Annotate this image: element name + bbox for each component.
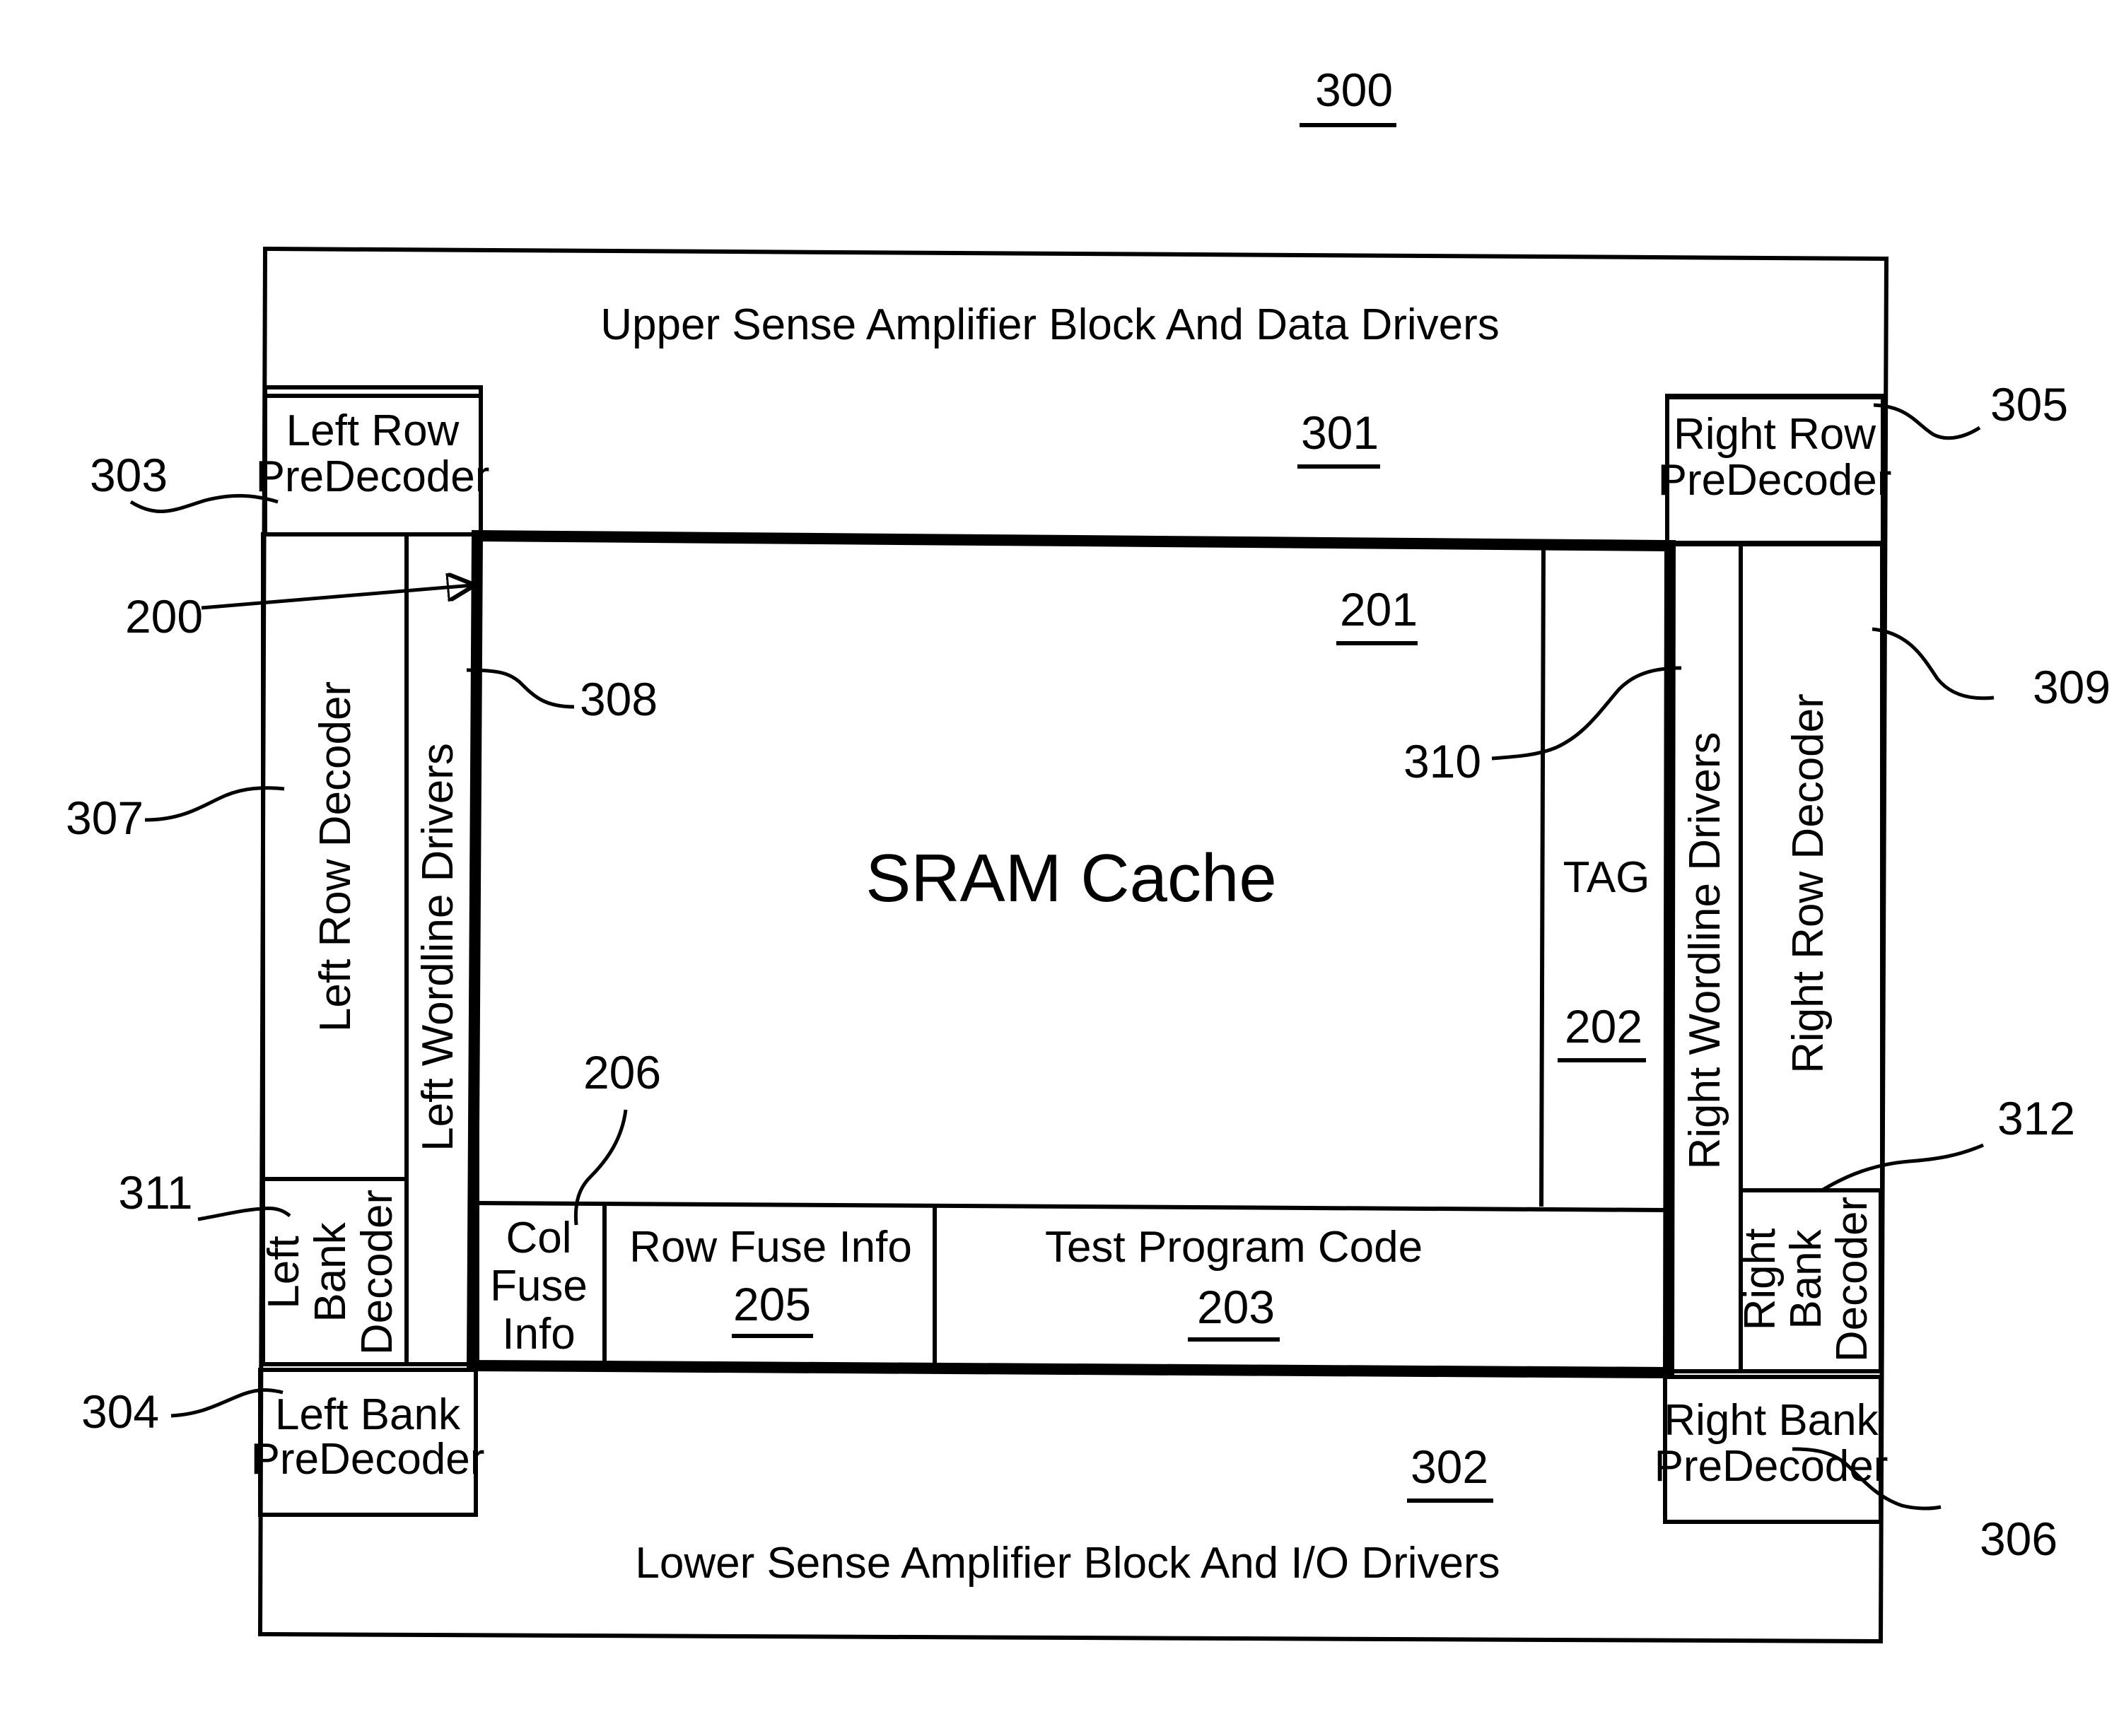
left-bank-decoder-line3: Decoder bbox=[353, 1190, 402, 1355]
col-fuse-line2: Fuse bbox=[490, 1262, 588, 1310]
ref-312: 312 bbox=[1997, 1092, 2075, 1144]
right-bank-decoder-line3: Decoder bbox=[1828, 1197, 1876, 1362]
left-row-predecoder: Left Row PreDecoder bbox=[256, 385, 490, 536]
ref-303: 303 bbox=[90, 449, 168, 501]
leader-309 bbox=[1872, 627, 1995, 700]
lower-sense-amp-label: Lower Sense Amplifier Block And I/O Driv… bbox=[635, 1539, 1500, 1588]
col-fuse-line3: Info bbox=[502, 1310, 575, 1359]
sram-cache-label: SRAM Cache bbox=[865, 840, 1277, 916]
sram-layout-diagram: 300 Upper Sense Amplifier Block And Data… bbox=[66, 64, 2111, 1644]
right-bank-predecoder-line2: PreDecoder bbox=[1654, 1442, 1889, 1491]
ref-308: 308 bbox=[580, 673, 658, 725]
ref-306: 306 bbox=[1980, 1513, 2057, 1565]
ref-206: 206 bbox=[583, 1046, 661, 1098]
leader-310 bbox=[1491, 666, 1682, 761]
leader-305 bbox=[1873, 403, 1981, 440]
ref-305: 305 bbox=[1990, 378, 2068, 430]
tag-divider bbox=[1539, 544, 1546, 1207]
left-bank-decoder-line1: Left bbox=[259, 1236, 308, 1308]
ref-301: 301 bbox=[1301, 406, 1379, 459]
ref-307: 307 bbox=[66, 792, 144, 844]
ref-205: 205 bbox=[733, 1278, 811, 1330]
ref-200: 200 bbox=[125, 590, 203, 643]
ref-304: 304 bbox=[81, 1385, 159, 1438]
sram-cache-core: SRAM Cache 201 TAG 202 Col Fuse Info Row… bbox=[466, 529, 1676, 1379]
leader-308 bbox=[466, 668, 575, 709]
tag-label: TAG bbox=[1563, 853, 1650, 902]
test-program-code-label: Test Program Code bbox=[1045, 1223, 1423, 1272]
ref-309: 309 bbox=[2033, 661, 2111, 713]
ref-203: 203 bbox=[1197, 1281, 1275, 1333]
right-bank-predecoder: Right Bank PreDecoder bbox=[1654, 1375, 1889, 1524]
right-row-predecoder-line2: PreDecoder bbox=[1658, 456, 1892, 505]
ref-302: 302 bbox=[1411, 1441, 1488, 1493]
ref-201: 201 bbox=[1340, 583, 1418, 635]
ref-202: 202 bbox=[1565, 1000, 1642, 1052]
right-bank-decoder-line2: Bank bbox=[1782, 1228, 1831, 1329]
leader-206 bbox=[573, 1109, 628, 1226]
lower-sense-amp-block: Lower Sense Amplifier Block And I/O Driv… bbox=[635, 1441, 1500, 1588]
left-bank-predecoder-line2: PreDecoder bbox=[251, 1435, 485, 1484]
left-bank-decoder-line2: Bank bbox=[306, 1221, 355, 1322]
leader-312 bbox=[1819, 1143, 1984, 1193]
col-fuse-line1: Col bbox=[506, 1214, 571, 1262]
upper-sense-amp-block: Upper Sense Amplifier Block And Data Dri… bbox=[265, 300, 1886, 469]
leader-311 bbox=[197, 1207, 291, 1221]
right-row-decoder-label: Right Row Decoder bbox=[1784, 693, 1833, 1074]
leader-200 bbox=[201, 585, 472, 610]
right-side-blocks: Right Wordline Drivers Right Row Decoder… bbox=[1668, 542, 1884, 1373]
left-row-decoder-label: Left Row Decoder bbox=[311, 681, 360, 1032]
left-row-predecoder-line2: PreDecoder bbox=[256, 452, 490, 501]
left-bank-predecoder-line1: Left Bank bbox=[275, 1390, 461, 1439]
outer-frame bbox=[257, 246, 1889, 1644]
leader-304 bbox=[170, 1388, 284, 1418]
right-bank-predecoder-line1: Right Bank bbox=[1664, 1396, 1879, 1445]
right-row-predecoder: Right Row PreDecoder bbox=[1658, 394, 1892, 545]
upper-sense-amp-label: Upper Sense Amplifier Block And Data Dri… bbox=[600, 300, 1500, 349]
left-wordline-drivers-label: Left Wordline Drivers bbox=[414, 743, 462, 1151]
ref-311: 311 bbox=[118, 1166, 192, 1219]
right-bank-decoder-line1: Right bbox=[1736, 1228, 1785, 1331]
bottom-strip-divider bbox=[473, 1201, 1669, 1212]
left-bank-predecoder: Left Bank PreDecoder bbox=[251, 1368, 485, 1517]
figure-number: 300 bbox=[1315, 64, 1393, 116]
right-row-predecoder-line1: Right Row bbox=[1674, 410, 1876, 459]
row-fuse-label: Row Fuse Info bbox=[629, 1223, 912, 1272]
right-wordline-drivers-label: Right Wordline Drivers bbox=[1681, 732, 1729, 1169]
left-side-blocks: Left Row Decoder Left Bank Decoder Left … bbox=[259, 532, 479, 1366]
ref-310: 310 bbox=[1403, 735, 1481, 787]
left-row-predecoder-line1: Left Row bbox=[286, 406, 460, 455]
